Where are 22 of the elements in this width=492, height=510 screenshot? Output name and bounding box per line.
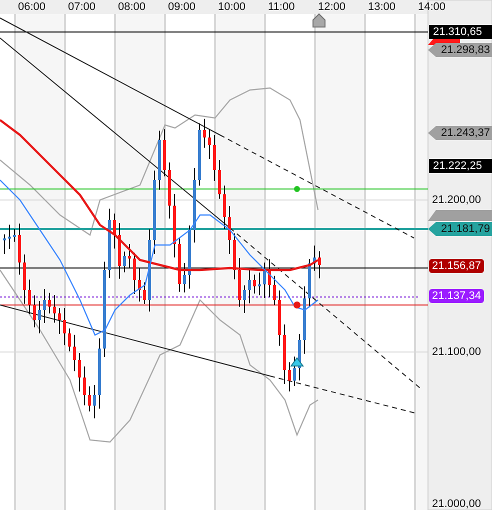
price-axis-label: 21.100,00 bbox=[432, 345, 481, 359]
time-axis-label: 14:00 bbox=[418, 1, 446, 13]
time-axis-label: 07:00 bbox=[68, 1, 96, 13]
alert-dot bbox=[294, 302, 300, 308]
time-axis-label: 11:00 bbox=[268, 1, 295, 13]
price-tag: 21.137,34 bbox=[429, 289, 484, 303]
price-tag: 21.298,83 bbox=[428, 43, 492, 57]
price-tag: 21.156,87 bbox=[429, 259, 484, 273]
time-axis-label: 08:00 bbox=[118, 1, 146, 13]
price-axis-label: 21.200,00 bbox=[432, 193, 481, 207]
price-axis-label: 21.000,00 bbox=[432, 497, 481, 510]
time-axis-label: 13:00 bbox=[368, 1, 396, 13]
price-tag: 21.181,79 bbox=[428, 222, 492, 236]
time-axis-label: 06:00 bbox=[18, 1, 46, 13]
price-tag: 21.222,25 bbox=[429, 159, 492, 173]
time-axis-label: 09:00 bbox=[168, 1, 196, 13]
time-axis-label: 12:00 bbox=[318, 1, 346, 13]
price-tag: 21.310,65 bbox=[429, 25, 492, 39]
buy-signal-icon bbox=[290, 357, 304, 366]
time-axis-label: 10:00 bbox=[218, 1, 246, 13]
price-tag: 21.243,37 bbox=[428, 126, 492, 140]
alert-dot bbox=[294, 186, 300, 192]
